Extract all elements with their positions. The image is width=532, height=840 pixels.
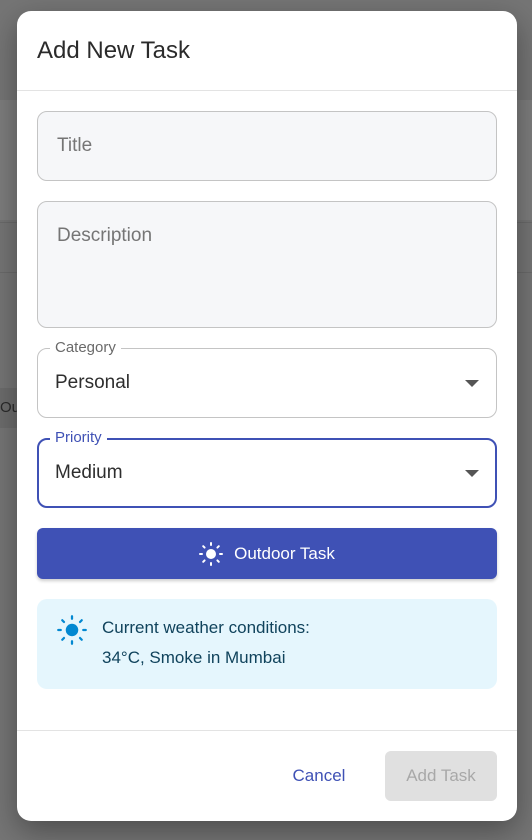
category-select[interactable]: Category Personal bbox=[37, 339, 497, 418]
title-field[interactable] bbox=[37, 111, 497, 181]
chevron-down-icon bbox=[465, 470, 479, 477]
dialog-title: Add New Task bbox=[37, 36, 190, 64]
add-task-button[interactable]: Add Task bbox=[385, 751, 497, 801]
outdoor-task-button[interactable]: Outdoor Task bbox=[37, 528, 497, 579]
sun-icon bbox=[199, 541, 224, 566]
weather-heading: Current weather conditions: bbox=[102, 618, 310, 637]
priority-select[interactable]: Priority Medium bbox=[37, 429, 497, 508]
outdoor-task-label: Outdoor Task bbox=[234, 543, 335, 563]
weather-alert: Current weather conditions: 34°C, Smoke … bbox=[37, 599, 497, 689]
chevron-down-icon bbox=[465, 380, 479, 387]
title-input[interactable] bbox=[55, 134, 479, 158]
weather-conditions: 34°C, Smoke in Mumbai bbox=[102, 648, 286, 667]
category-value: Personal bbox=[55, 372, 130, 393]
dialog-header: Add New Task bbox=[17, 11, 517, 91]
category-label: Category bbox=[50, 339, 121, 357]
sun-icon bbox=[57, 615, 87, 650]
dialog-footer: Cancel Add Task bbox=[17, 730, 517, 821]
priority-value: Medium bbox=[55, 462, 123, 483]
priority-label: Priority bbox=[50, 429, 107, 447]
description-field[interactable] bbox=[37, 201, 497, 328]
cancel-button[interactable]: Cancel bbox=[275, 751, 363, 801]
dialog-body: Category Personal Priority Medium bbox=[17, 91, 517, 689]
add-task-dialog: Add New Task Category Personal Priority … bbox=[17, 11, 517, 821]
description-input[interactable] bbox=[55, 224, 479, 248]
